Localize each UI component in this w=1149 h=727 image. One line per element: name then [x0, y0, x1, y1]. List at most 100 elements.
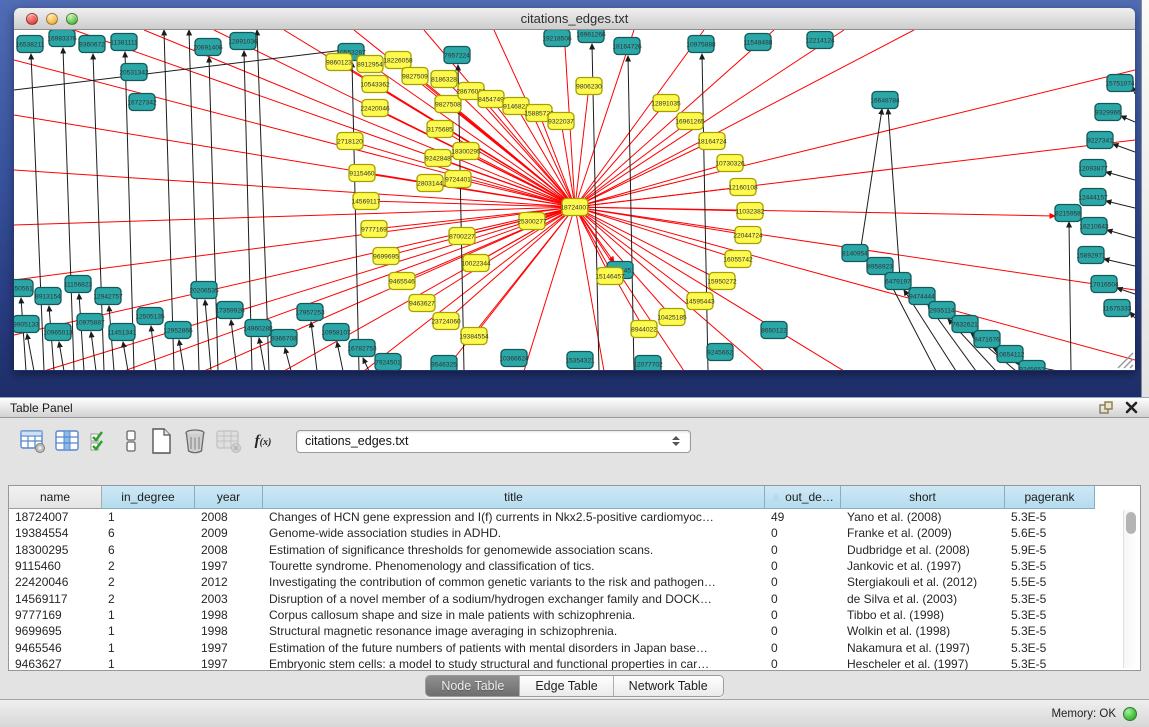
- graph-node-yellow[interactable]: 2718120: [337, 133, 363, 150]
- graph-node-yellow[interactable]: 22044724: [733, 227, 763, 244]
- table-cell[interactable]: Franke et al. (2009): [841, 526, 1005, 540]
- table-cell[interactable]: 1: [102, 624, 195, 638]
- table-cell[interactable]: 2: [102, 559, 195, 573]
- graph-hub-node[interactable]: 18724007: [560, 199, 590, 216]
- graph-node-yellow[interactable]: 2803144: [417, 175, 443, 192]
- citation-edge-black[interactable]: [1069, 222, 1071, 370]
- table-cell[interactable]: 0: [765, 559, 841, 573]
- table-cell[interactable]: 9463627: [9, 657, 102, 671]
- graph-node-yellow[interactable]: 22420046: [360, 100, 390, 117]
- table-cell[interactable]: 5.3E-5: [1005, 657, 1095, 671]
- graph-node-teal[interactable]: 12942757: [93, 288, 123, 305]
- citation-edge-black[interactable]: [189, 30, 199, 370]
- graph-node-yellow[interactable]: 9724401: [445, 171, 471, 188]
- citation-edge-black[interactable]: [352, 62, 359, 370]
- graph-node-teal[interactable]: 6479197: [885, 273, 911, 290]
- select-attributes-icon[interactable]: [86, 426, 116, 456]
- graph-node-teal[interactable]: 16782753: [347, 340, 377, 357]
- table-cell[interactable]: Genome-wide association studies in ADHD.: [263, 526, 765, 540]
- delete-entries-icon[interactable]: [180, 426, 210, 456]
- graph-node-teal[interactable]: 9546325: [431, 356, 457, 371]
- function-builder-icon[interactable]: f(x): [248, 426, 278, 456]
- table-settings-icon[interactable]: [18, 426, 48, 456]
- citation-edge-black[interactable]: [21, 298, 26, 370]
- citation-edge-red[interactable]: [575, 121, 690, 207]
- graph-node-yellow[interactable]: 9322037: [548, 113, 574, 130]
- graph-node-yellow[interactable]: 10543362: [360, 76, 390, 93]
- table-cell[interactable]: 0: [765, 575, 841, 589]
- table-cell[interactable]: 2003: [195, 592, 263, 606]
- table-cell[interactable]: 5.3E-5: [1005, 592, 1095, 606]
- graph-node-yellow[interactable]: 9860123: [326, 54, 352, 71]
- table-cell[interactable]: 1997: [195, 641, 263, 655]
- citation-edge-black[interactable]: [164, 30, 174, 370]
- graph-node-teal[interactable]: 20531342: [119, 64, 149, 81]
- graph-node-teal[interactable]: 11548488: [744, 34, 773, 51]
- graph-node-yellow[interactable]: 10730326: [715, 155, 745, 172]
- table-cell[interactable]: 0: [765, 624, 841, 638]
- table-cell[interactable]: 9465546: [9, 641, 102, 655]
- graph-node-yellow[interactable]: 9699695: [373, 248, 399, 265]
- citation-edge-black[interactable]: [27, 334, 34, 370]
- column-header-name[interactable]: name: [9, 486, 102, 509]
- graph-node-teal[interactable]: 20206535: [189, 282, 219, 299]
- table-cell[interactable]: Dudbridge et al. (2008): [841, 543, 1005, 557]
- citation-edge-black[interactable]: [205, 300, 211, 370]
- table-cell[interactable]: Investigating the contribution of common…: [263, 575, 765, 589]
- graph-node-teal[interactable]: 12093877: [1078, 160, 1108, 177]
- graph-node-yellow[interactable]: 8700227: [449, 228, 475, 245]
- graph-node-teal[interactable]: 8850561: [14, 280, 33, 297]
- graph-node-teal[interactable]: 10958107: [321, 324, 351, 341]
- table-cell[interactable]: 2008: [195, 510, 263, 524]
- table-cell[interactable]: Changes of HCN gene expression and I(f) …: [263, 510, 765, 524]
- table-cell[interactable]: 1998: [195, 624, 263, 638]
- table-cell[interactable]: 14569117: [9, 592, 102, 606]
- citation-network-graph[interactable]: 16538211 16983376 9360672 11381111 20691…: [14, 30, 1135, 370]
- graph-node-teal[interactable]: 16648784: [870, 92, 900, 109]
- table-cell[interactable]: 18724007: [9, 510, 102, 524]
- graph-node-yellow[interactable]: 9115460: [349, 165, 375, 182]
- table-row[interactable]: 2242004622012Investigating the contribut…: [9, 574, 1140, 590]
- graph-node-yellow[interactable]: 12891035: [651, 95, 681, 112]
- table-row[interactable]: 1830029562008Estimation of significance …: [9, 542, 1140, 558]
- table-cell[interactable]: 1: [102, 641, 195, 655]
- table-cell[interactable]: Jankovic et al. (1997): [841, 559, 1005, 573]
- table-cell[interactable]: 1997: [195, 657, 263, 671]
- table-cell[interactable]: 5.6E-5: [1005, 526, 1095, 540]
- graph-node-teal[interactable]: 9366708: [271, 330, 297, 347]
- graph-node-teal[interactable]: 12891036: [228, 33, 258, 50]
- tab-network-table[interactable]: Network Table: [614, 676, 723, 696]
- column-header-short[interactable]: short: [841, 486, 1005, 509]
- graph-node-teal[interactable]: 10654112: [996, 346, 1025, 363]
- graph-node-teal[interactable]: 12952866: [163, 322, 193, 339]
- graph-node-teal[interactable]: 9227341: [1087, 132, 1113, 149]
- graph-node-teal[interactable]: 16961266: [576, 30, 606, 43]
- table-cell[interactable]: Corpus callosum shape and size in male p…: [263, 608, 765, 622]
- graph-node-teal[interactable]: 18164726: [612, 38, 642, 55]
- table-cell[interactable]: 1997: [195, 559, 263, 573]
- graph-node-teal[interactable]: 10366624: [499, 350, 529, 367]
- graph-node-yellow[interactable]: 18226058: [383, 52, 413, 69]
- table-cell[interactable]: 0: [765, 608, 841, 622]
- graph-node-teal[interactable]: 10965013: [43, 324, 73, 341]
- graph-node-yellow[interactable]: 19384554: [459, 328, 489, 345]
- graph-node-teal[interactable]: 16210643: [1079, 218, 1109, 235]
- table-cell[interactable]: 49: [765, 510, 841, 524]
- table-cell[interactable]: 5.3E-5: [1005, 559, 1095, 573]
- table-cell[interactable]: 5.5E-5: [1005, 575, 1095, 589]
- graph-node-teal[interactable]: 7924501: [375, 354, 401, 371]
- graph-node-teal[interactable]: 11675333: [1103, 300, 1132, 317]
- citation-edge-red[interactable]: [575, 30, 844, 207]
- graph-node-yellow[interactable]: 9465546: [389, 273, 415, 290]
- citation-edge-black[interactable]: [311, 322, 317, 370]
- citation-edge-black[interactable]: [179, 340, 184, 370]
- graph-node-teal[interactable]: 7632621: [952, 316, 978, 333]
- graph-node-yellow[interactable]: 8454749: [478, 91, 504, 108]
- graph-node-yellow[interactable]: 16055742: [723, 251, 753, 268]
- table-cell[interactable]: Embryonic stem cells: a model to study s…: [263, 657, 765, 671]
- table-cell[interactable]: 5.9E-5: [1005, 543, 1095, 557]
- graph-node-yellow[interactable]: 12160108: [728, 179, 758, 196]
- column-header-year[interactable]: year: [195, 486, 263, 509]
- table-cell[interactable]: 5.3E-5: [1005, 641, 1095, 655]
- table-cell[interactable]: 2012: [195, 575, 263, 589]
